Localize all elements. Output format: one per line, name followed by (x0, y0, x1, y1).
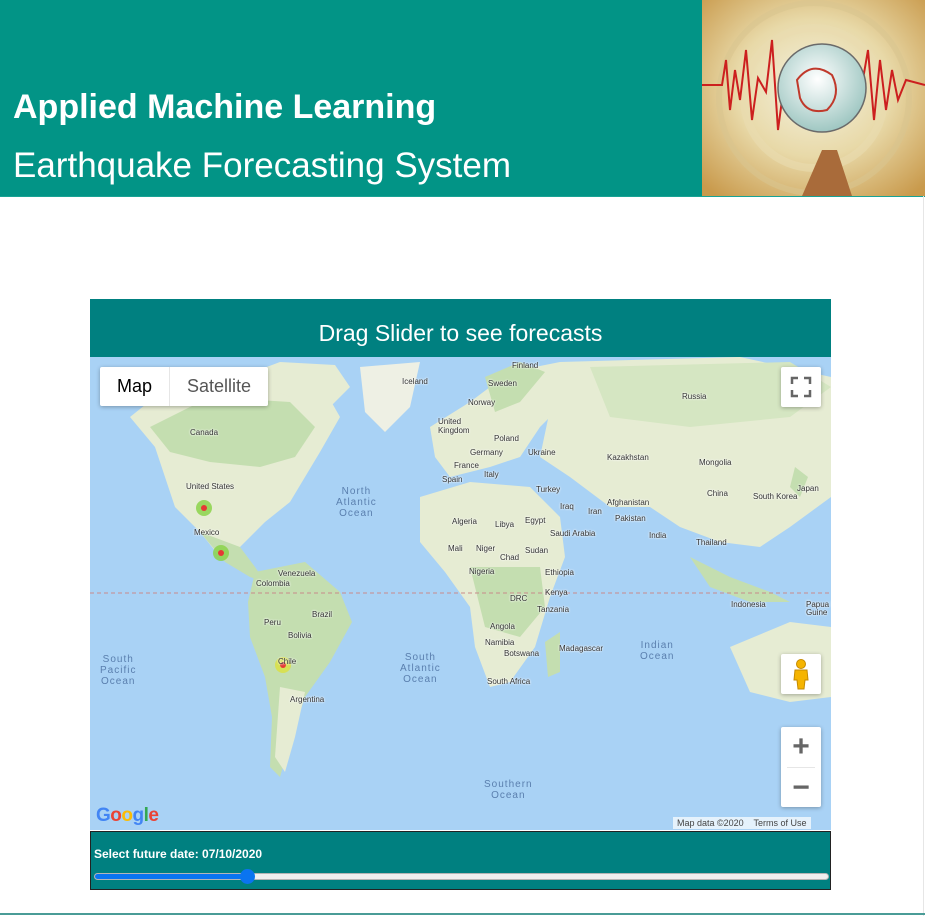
label-italy: Italy (484, 470, 499, 479)
fullscreen-button[interactable] (781, 367, 821, 407)
date-slider-panel: Select future date: 07/10/2020 (90, 831, 831, 890)
label-sweden: Sweden (488, 379, 517, 388)
label-south-africa: South Africa (487, 677, 531, 686)
label-tanzania: Tanzania (537, 605, 570, 614)
label-argentina: Argentina (290, 695, 325, 704)
map-type-map-button[interactable]: Map (100, 367, 169, 406)
label-ethiopia: Ethiopia (545, 568, 574, 577)
label-kazakhstan: Kazakhstan (607, 453, 649, 462)
label-iran: Iran (588, 507, 602, 516)
label-south-atlantic-ocean: South Atlantic Ocean (400, 652, 441, 685)
label-north-atlantic-ocean: North Atlantic Ocean (336, 486, 377, 519)
fullscreen-icon (790, 376, 812, 398)
label-chile: Chile (278, 657, 297, 666)
label-south-pacific-ocean: South Pacific Ocean (100, 654, 137, 687)
label-pakistan: Pakistan (615, 514, 646, 523)
label-united-states: United States (186, 482, 235, 491)
label-mongolia: Mongolia (699, 458, 732, 467)
label-afghanistan: Afghanistan (607, 498, 650, 507)
seismograph-globe-icon (702, 0, 925, 196)
label-thailand: Thailand (696, 538, 727, 547)
label-brazil: Brazil (312, 610, 333, 619)
world-map[interactable]: Finland Iceland Sweden Norway Russia Can… (90, 357, 831, 830)
label-india: India (649, 531, 667, 540)
header-divider (0, 196, 925, 197)
map-type-satellite-button[interactable]: Satellite (169, 367, 268, 406)
label-venezuela: Venezuela (278, 569, 316, 578)
label-sudan: Sudan (525, 546, 549, 555)
label-nigeria: Nigeria (469, 567, 495, 576)
label-canada: Canada (190, 428, 219, 437)
label-spain: Spain (442, 475, 463, 484)
label-mexico: Mexico (194, 528, 220, 537)
label-south-korea: South Korea (753, 492, 798, 501)
label-madagascar: Madagascar (559, 644, 604, 653)
label-kenya: Kenya (545, 588, 568, 597)
zoom-out-button[interactable]: − (781, 768, 821, 807)
label-botswana: Botswana (504, 649, 540, 658)
zoom-in-button[interactable]: + (781, 727, 821, 767)
map-type-control: Map Satellite (100, 367, 269, 406)
slider-thumb[interactable] (239, 869, 255, 884)
label-bolivia: Bolivia (288, 631, 312, 640)
forecast-hotspot[interactable] (213, 545, 229, 561)
label-colombia: Colombia (256, 579, 290, 588)
label-peru: Peru (264, 618, 281, 627)
label-papua-new-guinea: Papua N Guine (806, 600, 830, 617)
label-germany: Germany (470, 448, 503, 457)
label-algeria: Algeria (452, 517, 477, 526)
panel-heading: Drag Slider to see forecasts (90, 299, 831, 357)
slider-label: Select future date: 07/10/2020 (94, 847, 263, 861)
label-france: France (454, 461, 479, 470)
label-namibia: Namibia (485, 638, 515, 647)
label-southern-ocean: Southern Ocean (484, 779, 533, 801)
forecast-panel: Drag Slider to see forecasts Finland Ice… (90, 299, 831, 891)
label-ukraine: Ukraine (528, 448, 556, 457)
terms-of-use-link[interactable]: Terms of Use (754, 818, 807, 828)
google-logo[interactable]: Google (96, 805, 159, 827)
footer-divider (0, 913, 925, 915)
label-poland: Poland (494, 434, 519, 443)
label-iraq: Iraq (560, 502, 574, 511)
label-norway: Norway (468, 398, 496, 407)
street-view-button[interactable] (781, 654, 821, 694)
header-banner: Applied Machine Learning Earthquake Fore… (0, 0, 925, 196)
label-egypt: Egypt (525, 516, 546, 525)
label-finland: Finland (512, 361, 539, 370)
app-title: Applied Machine Learning (13, 88, 437, 126)
label-united-kingdom: United Kingdom (438, 417, 470, 435)
label-drc: DRC (510, 594, 528, 603)
label-libya: Libya (495, 520, 515, 529)
label-mali: Mali (448, 544, 463, 553)
label-niger: Niger (476, 544, 496, 553)
label-turkey: Turkey (536, 485, 561, 494)
label-indonesia: Indonesia (731, 600, 766, 609)
map-attribution: Map data ©2020 Terms of Use (673, 817, 811, 829)
label-iceland: Iceland (402, 377, 428, 386)
label-indian-ocean: Indian Ocean (640, 640, 675, 662)
label-russia: Russia (682, 392, 707, 401)
label-angola: Angola (490, 622, 515, 631)
date-slider[interactable] (94, 869, 829, 884)
label-saudi-arabia: Saudi Arabia (550, 529, 596, 538)
slider-fill (95, 874, 247, 879)
app-subtitle: Earthquake Forecasting System (13, 146, 512, 185)
zoom-control: + − (781, 727, 821, 807)
street-view-icon (793, 659, 809, 690)
map-data-text: Map data ©2020 (677, 818, 744, 828)
page-edge (923, 196, 924, 916)
label-china: China (707, 489, 728, 498)
label-japan: Japan (797, 484, 819, 493)
forecast-hotspot[interactable] (196, 500, 212, 516)
label-chad: Chad (500, 553, 520, 562)
